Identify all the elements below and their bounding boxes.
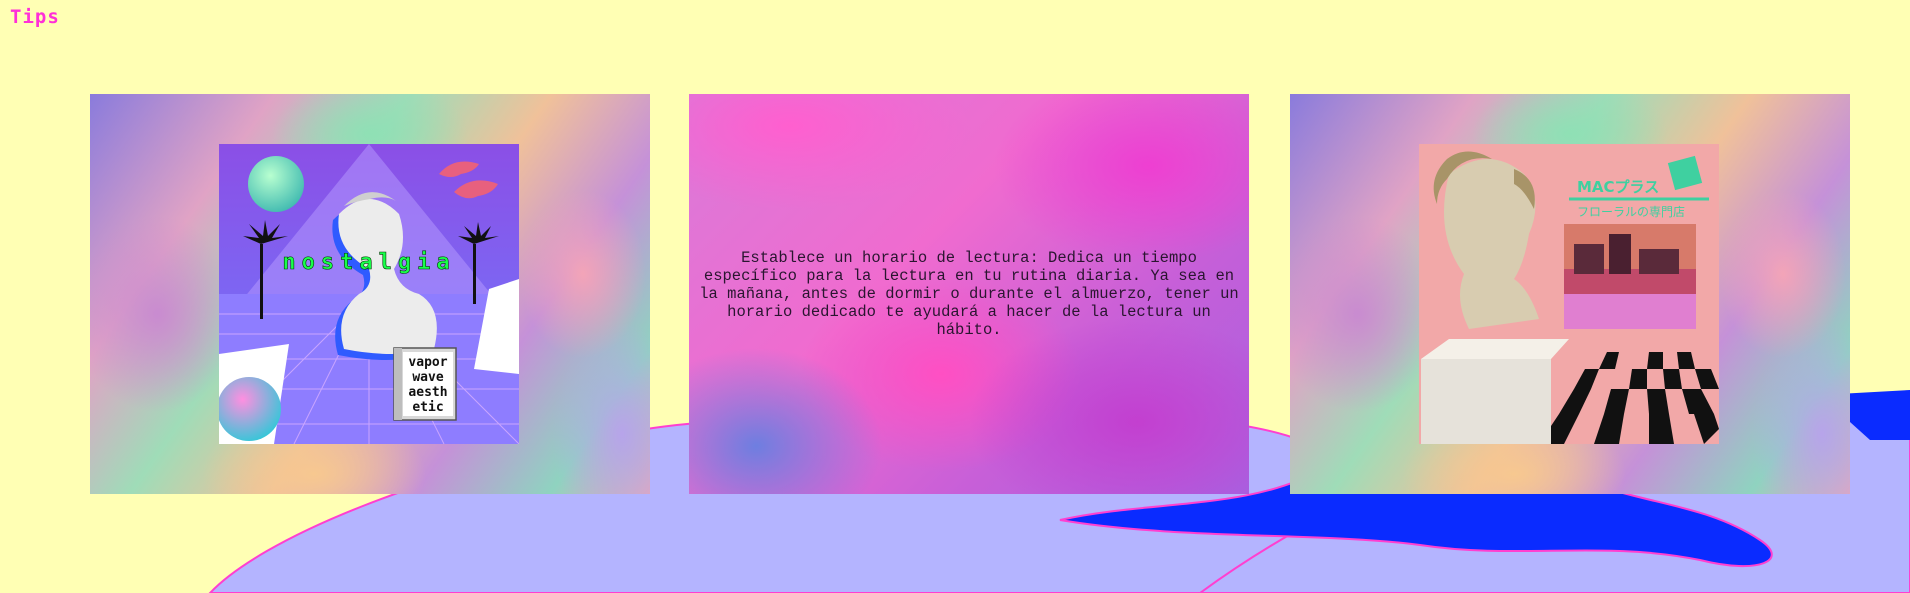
window-line-4: etic [412, 400, 443, 415]
tip-card-nostalgia[interactable]: nostalgia vapor wave aesth etic [90, 94, 650, 494]
nostalgia-word: nostalgia [282, 250, 455, 275]
page-title: Tips [10, 6, 60, 28]
nostalgia-artwork: nostalgia vapor wave aesth etic [219, 144, 519, 444]
floral-subtitle: フローラルの専門店 [1577, 205, 1685, 219]
window-line-2: wave [412, 370, 443, 385]
tip-card-text[interactable]: Establece un horario de lectura: Dedica … [689, 94, 1249, 494]
window-line-3: aesth [408, 385, 447, 400]
tip-text: Establece un horario de lectura: Dedica … [699, 249, 1239, 339]
tip-card-floral-shoppe[interactable]: MACプラス フローラルの専門店 [1290, 94, 1850, 494]
window-line-1: vapor [408, 355, 447, 370]
floral-shoppe-artwork: MACプラス フローラルの専門店 [1419, 144, 1719, 444]
floral-title: MACプラス [1577, 178, 1659, 196]
